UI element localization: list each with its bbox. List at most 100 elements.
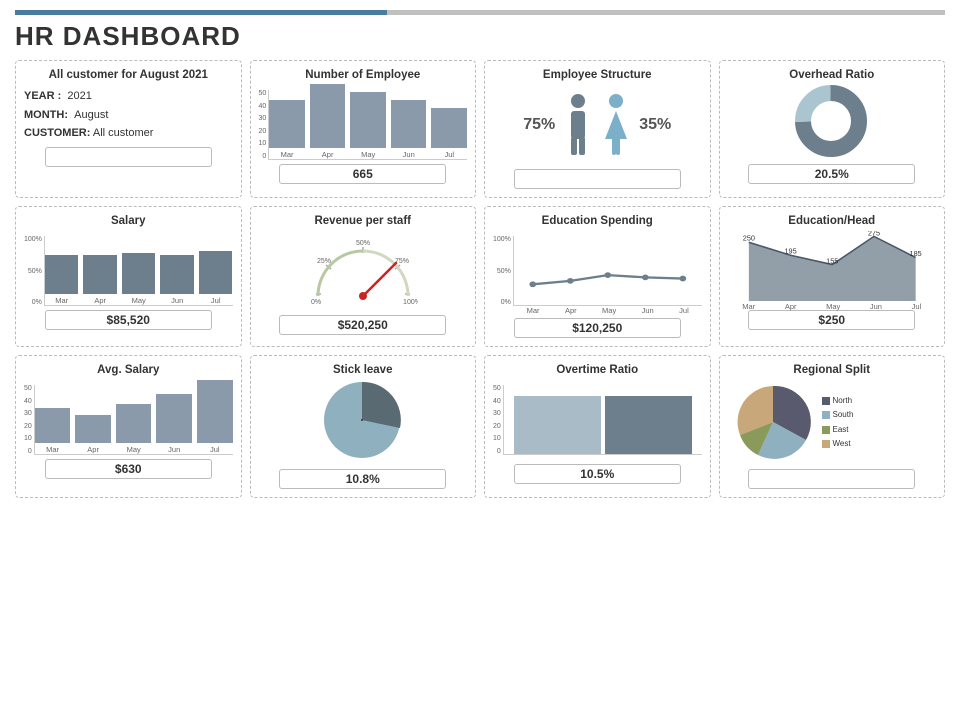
legend-east: East	[822, 423, 854, 437]
card7-yaxis: 100% 50% 0%	[493, 236, 513, 306]
card5-value: $85,520	[45, 310, 212, 330]
customer-value: All customer	[93, 127, 154, 139]
card6-title: Revenue per staff	[259, 215, 468, 227]
card2-title: Number of Employee	[259, 69, 468, 81]
female-icon	[601, 93, 631, 158]
gauge-chart: 50% 25% 75% 0% 100%	[259, 231, 468, 311]
dashboard: HR DASHBOARD All customer for August 202…	[0, 0, 960, 720]
card-employee-structure: Employee Structure 75% 35%	[484, 60, 711, 198]
card8-xlabels: MarAprMayJunJul	[728, 302, 937, 311]
customer-label: CUSTOMER:	[24, 127, 90, 139]
svg-text:275: 275	[867, 231, 879, 237]
sal-jul: Jul	[199, 251, 233, 305]
card4-value: 20.5%	[748, 164, 915, 184]
overhead-donut-svg	[789, 83, 874, 163]
card-num-employee: Number of Employee 50 40 30 20 10 0 Mar …	[250, 60, 477, 198]
male-pct: 75%	[523, 116, 555, 134]
card11-chart: 50 40 30 20 10 0	[493, 380, 702, 460]
bar-mar: Mar	[269, 100, 305, 159]
card3-value	[514, 169, 681, 189]
svg-text:25%: 25%	[317, 258, 331, 265]
avgs-apr: Apr	[75, 415, 111, 454]
south-label: South	[833, 408, 854, 422]
legend-south: South	[822, 408, 854, 422]
card7-linechart: MarAprMayJunJul	[513, 236, 702, 306]
year-label: YEAR :	[24, 90, 61, 102]
card1-info: YEAR : 2021 MONTH: August CUSTOMER: All …	[24, 87, 233, 143]
card6-value: $520,250	[279, 315, 446, 335]
svg-text:0%: 0%	[311, 299, 321, 306]
card2-bars: Mar Apr May Jun Jul	[268, 90, 467, 160]
legend-north: North	[822, 394, 854, 408]
card-revenue-staff: Revenue per staff 50% 25% 75% 0% 10	[250, 206, 477, 347]
card-avg-salary: Avg. Salary 50 40 30 20 10 0 Mar Apr May…	[15, 355, 242, 498]
avgs-jul: Jul	[197, 380, 233, 454]
card11-value: 10.5%	[514, 464, 681, 484]
avgs-mar: Mar	[35, 408, 71, 454]
south-dot	[822, 411, 830, 419]
year-value: 2021	[67, 90, 91, 102]
card9-yaxis: 50 40 30 20 10 0	[24, 385, 34, 455]
bar-jun: Jun	[391, 100, 427, 159]
card-overtime: Overtime Ratio 50 40 30 20 10 0	[484, 355, 711, 498]
employee-struct: 75% 35%	[493, 85, 702, 165]
bar-may: May	[350, 92, 386, 159]
card-education-spending: Education Spending 100% 50% 0%	[484, 206, 711, 347]
card1-title: All customer for August 2021	[24, 69, 233, 81]
card3-title: Employee Structure	[493, 69, 702, 81]
regional-legend: North South East West	[822, 394, 854, 452]
avgs-jun: Jun	[156, 394, 192, 454]
card-stick-leave: Stick leave 10.8%	[250, 355, 477, 498]
svg-text:195: 195	[784, 247, 796, 256]
avgs-may: May	[116, 404, 152, 454]
male-icon	[563, 93, 593, 158]
page-title: HR DASHBOARD	[15, 21, 945, 52]
row-1: All customer for August 2021 YEAR : 2021…	[15, 60, 945, 198]
sal-may: May	[122, 253, 156, 305]
sal-mar: Mar	[45, 255, 79, 305]
east-dot	[822, 426, 830, 434]
svg-text:75%: 75%	[395, 258, 409, 265]
card1-value	[45, 147, 212, 167]
card-salary: Salary 100% 50% 0% Mar Apr May Jun Jul $…	[15, 206, 242, 347]
regional-chart: North South East West	[728, 380, 937, 465]
card8-areachart: 250 195 155 275 185 MarAprMayJunJul	[728, 231, 937, 306]
regional-svg	[728, 380, 818, 465]
card-education-head: Education/Head 250 195 155 275 185	[719, 206, 946, 347]
card12-value	[748, 469, 915, 489]
edu-spending-svg	[514, 236, 702, 305]
overtime-bars	[503, 385, 702, 455]
west-label: West	[833, 437, 851, 451]
donut-chart	[728, 85, 937, 160]
card7-xlabels: MarAprMayJunJul	[514, 306, 702, 315]
svg-text:100%: 100%	[403, 299, 418, 306]
card8-title: Education/Head	[728, 215, 937, 227]
sticklv-chart	[259, 380, 468, 465]
row-3: Avg. Salary 50 40 30 20 10 0 Mar Apr May…	[15, 355, 945, 498]
card9-value: $630	[45, 459, 212, 479]
west-dot	[822, 440, 830, 448]
month-label: MONTH:	[24, 109, 68, 121]
card5-title: Salary	[24, 215, 233, 227]
north-label: North	[833, 394, 853, 408]
month-value: August	[74, 109, 108, 121]
card-all-customer: All customer for August 2021 YEAR : 2021…	[15, 60, 242, 198]
sticklv-svg	[315, 378, 410, 468]
card5-bars: Mar Apr May Jun Jul	[44, 236, 233, 306]
row-2: Salary 100% 50% 0% Mar Apr May Jun Jul $…	[15, 206, 945, 347]
card8-value: $250	[748, 310, 915, 330]
card7-title: Education Spending	[493, 215, 702, 227]
card10-title: Stick leave	[259, 364, 468, 376]
north-dot	[822, 397, 830, 405]
svg-text:250: 250	[742, 234, 754, 243]
card-overhead-ratio: Overhead Ratio 20.5%	[719, 60, 946, 198]
card7-value: $120,250	[514, 318, 681, 338]
legend-west: West	[822, 437, 854, 451]
east-label: East	[833, 423, 849, 437]
svg-text:50%: 50%	[356, 240, 370, 247]
card9-title: Avg. Salary	[24, 364, 233, 376]
sal-jun: Jun	[160, 255, 194, 305]
edu-head-svg: 250 195 155 275 185	[728, 231, 937, 301]
bar-apr: Apr	[310, 84, 346, 159]
svg-text:185: 185	[909, 249, 921, 258]
